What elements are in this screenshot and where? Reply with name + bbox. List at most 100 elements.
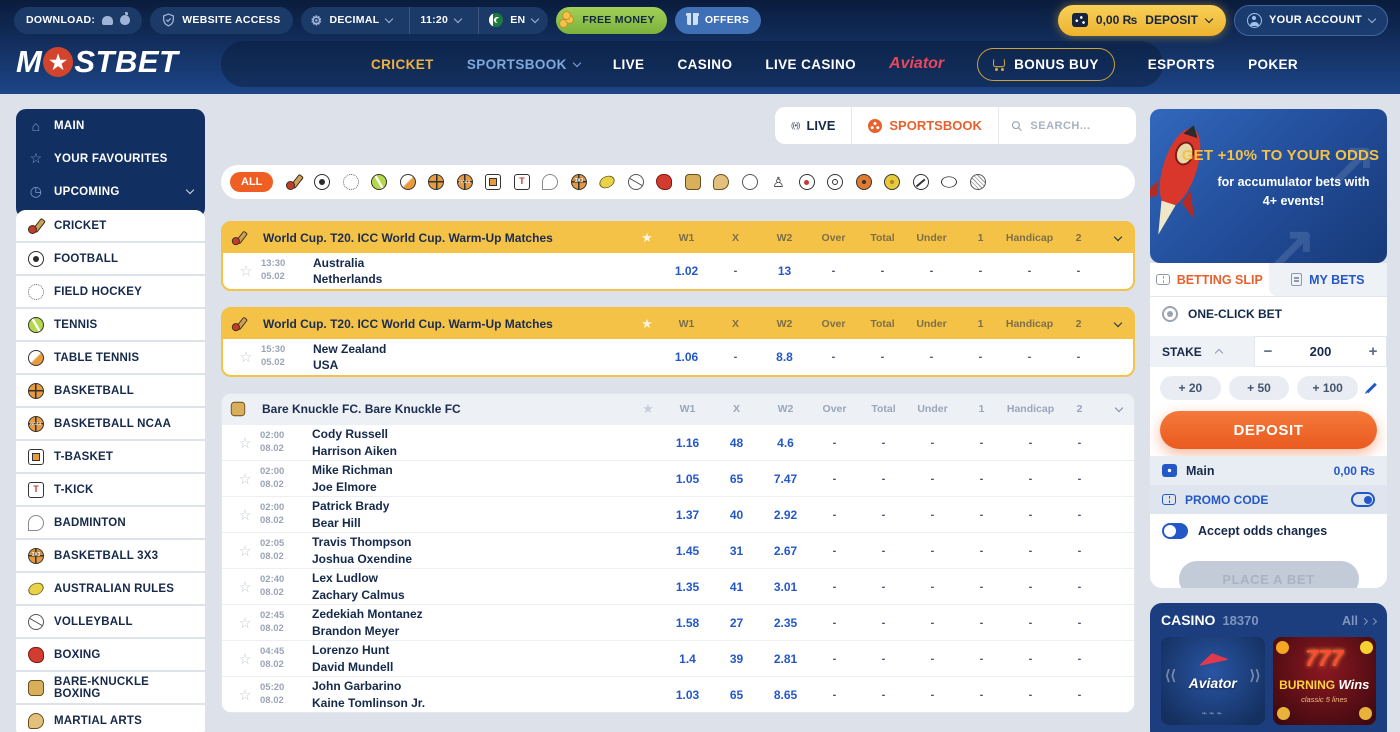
odds-cell[interactable]: 4.6 — [761, 436, 810, 450]
favorite-star[interactable]: ☆ — [230, 686, 260, 704]
nav-aviator[interactable]: Aviator — [889, 55, 944, 73]
basketball-ncaa-icon[interactable] — [457, 174, 473, 190]
nav-live[interactable]: LIVE — [613, 57, 645, 72]
quick-stake-button[interactable]: + 100 — [1297, 376, 1358, 400]
favorite-star[interactable]: ☆ — [230, 506, 260, 524]
free-money-button[interactable]: FREE MONEY — [556, 7, 666, 34]
nav-bonus-buy[interactable]: BONUS BUY — [977, 48, 1115, 81]
odds-cell[interactable]: 1.16 — [663, 436, 712, 450]
odds-cell[interactable]: 31 — [712, 544, 761, 558]
match-row[interactable]: ☆02:4508.02Zedekiah MontanezBrandon Meye… — [222, 604, 1134, 640]
sidebar-item-basketball-ncaa[interactable]: BASKETBALL NCAA — [16, 408, 205, 441]
basketball-3x3-icon[interactable] — [571, 174, 587, 190]
android-icon[interactable] — [102, 16, 113, 25]
odds-cell[interactable]: 1.35 — [663, 580, 712, 594]
nav-poker[interactable]: POKER — [1248, 57, 1298, 72]
match-row[interactable]: ☆02:0508.02Travis ThompsonJoshua Oxendin… — [222, 532, 1134, 568]
sidebar-item-main[interactable]: ⌂ MAIN — [16, 109, 205, 142]
nav-casino[interactable]: CASINO — [677, 57, 732, 72]
website-access-button[interactable]: WEBSITE ACCESS — [150, 7, 292, 34]
favorite-league-star[interactable]: ★ — [632, 230, 662, 246]
odds-cell[interactable]: 2.35 — [761, 616, 810, 630]
nav-sportsbook[interactable]: SPORTSBOOK — [467, 57, 580, 72]
mostbet-logo[interactable]: M★STBET — [16, 44, 178, 80]
favorite-star[interactable]: ☆ — [231, 262, 261, 280]
sidebar-item-basketball[interactable]: BASKETBALL — [16, 375, 205, 408]
handball-icon[interactable] — [884, 174, 900, 190]
collapse-chevron-icon[interactable] — [1103, 323, 1133, 326]
sidebar-item-basketball-3x3[interactable]: BASKETBALL 3X3 — [16, 540, 205, 573]
odds-cell[interactable]: 1.06 — [662, 350, 711, 364]
sidebar-item-football[interactable]: FOOTBALL — [16, 243, 205, 276]
nav-live-casino[interactable]: LIVE CASINO — [765, 57, 856, 72]
time-select[interactable]: 11:20 — [409, 7, 471, 34]
darts-icon[interactable] — [799, 174, 815, 190]
odds-cell[interactable]: 1.03 — [663, 688, 712, 702]
sidebar-item-field-hockey[interactable]: FIELD HOCKEY — [16, 276, 205, 309]
odds-cell[interactable]: 39 — [712, 652, 761, 666]
t-kick-icon[interactable] — [514, 174, 530, 190]
bare-knuckle-icon[interactable] — [685, 174, 701, 190]
odds-cell[interactable]: 1.4 — [663, 652, 712, 666]
american-football-icon[interactable] — [939, 175, 960, 190]
badminton-icon[interactable] — [542, 174, 558, 190]
match-row[interactable]: ☆02:0008.02Patrick BradyBear Hill1.37402… — [222, 496, 1134, 532]
apple-icon[interactable] — [120, 15, 130, 25]
quick-stake-button[interactable]: + 20 — [1160, 376, 1221, 400]
promo-code-toggle[interactable] — [1351, 492, 1375, 507]
wallet-row[interactable]: Main 0,00 ₨ — [1150, 456, 1387, 485]
quick-stake-button[interactable]: + 50 — [1229, 376, 1290, 400]
odds-cell[interactable]: 65 — [712, 472, 761, 486]
match-row[interactable]: ☆02:0008.02Mike RichmanJoe Elmore1.05657… — [222, 460, 1134, 496]
favorite-star[interactable]: ☆ — [231, 348, 261, 366]
sidebar-item-table-tennis[interactable]: TABLE TENNIS — [16, 342, 205, 375]
favorite-star[interactable]: ☆ — [230, 578, 260, 596]
rugby-icon[interactable] — [970, 174, 986, 190]
odds-boost-banner[interactable]: ↗ ↗ GET +10% TO YOUR ODDS for accumulato… — [1150, 109, 1387, 263]
sidebar-item-upcoming[interactable]: ◷ UPCOMING — [16, 175, 205, 208]
casino-game-burning-wins[interactable]: 777 BURNING Wins classic 5 lines — [1273, 637, 1377, 725]
odds-cell[interactable]: 8.8 — [760, 350, 809, 364]
sidebar-item-t-kick[interactable]: T-KICK — [16, 474, 205, 507]
chevron-up-icon[interactable] — [1215, 349, 1223, 357]
match-row[interactable]: ☆02:4008.02Lex LudlowZachary Calmus1.354… — [222, 568, 1134, 604]
favorite-star[interactable]: ☆ — [230, 542, 260, 560]
promo-code-row[interactable]: PROMO CODE — [1150, 485, 1387, 514]
sidebar-item-your-favourites[interactable]: ☆ YOUR FAVOURITES — [16, 142, 205, 175]
match-row[interactable]: ☆13:3005.02AustraliaNetherlands1.02-13--… — [223, 253, 1133, 289]
favorite-star[interactable]: ☆ — [230, 470, 260, 488]
basketball-icon[interactable] — [428, 174, 444, 190]
futsal-icon[interactable] — [856, 174, 872, 190]
cricket-icon[interactable] — [286, 174, 302, 190]
t-basket-icon[interactable] — [485, 174, 501, 190]
boxing-icon[interactable] — [656, 174, 672, 190]
tab-sportsbook[interactable]: SPORTSBOOK — [852, 107, 998, 144]
language-select[interactable]: EN — [478, 7, 548, 34]
sidebar-item-badminton[interactable]: BADMINTON — [16, 507, 205, 540]
baseball-icon[interactable] — [742, 174, 758, 190]
casino-all-link[interactable]: All — [1342, 614, 1376, 628]
sidebar-item-volleyball[interactable]: VOLLEYBALL — [16, 606, 205, 639]
australian-rules-icon[interactable] — [598, 173, 617, 190]
martial-arts-icon[interactable] — [713, 174, 729, 190]
match-row[interactable]: ☆15:3005.02New ZealandUSA1.06-8.8------ — [223, 339, 1133, 375]
volleyball-icon[interactable] — [628, 174, 644, 190]
billiards-icon[interactable] — [913, 174, 929, 190]
odds-cell[interactable]: 41 — [712, 580, 761, 594]
sidebar-item-australian-rules[interactable]: AUSTRALIAN RULES — [16, 573, 205, 606]
tab-betting-slip[interactable]: BETTING SLIP — [1150, 263, 1269, 296]
odds-cell[interactable]: 1.02 — [662, 264, 711, 278]
odds-cell[interactable]: 65 — [712, 688, 761, 702]
place-bet-button[interactable]: PLACE A BET — [1179, 561, 1359, 588]
nav-cricket[interactable]: CRICKET — [371, 57, 434, 72]
odds-cell[interactable]: 48 — [712, 436, 761, 450]
stake-decrease-button[interactable]: − — [1255, 343, 1281, 360]
tab-my-bets[interactable]: MY BETS — [1269, 263, 1388, 296]
odds-cell[interactable]: 13 — [760, 264, 809, 278]
odds-cell[interactable]: 1.45 — [663, 544, 712, 558]
collapse-chevron-icon[interactable] — [1104, 408, 1134, 411]
chess-icon[interactable] — [770, 174, 786, 190]
filter-all-button[interactable]: ALL — [230, 172, 273, 192]
favorite-star[interactable]: ☆ — [230, 434, 260, 452]
casino-game-aviator[interactable]: ⟨⟨ ⟩⟩ Aviator ⌁⌁⌁ — [1161, 637, 1265, 725]
